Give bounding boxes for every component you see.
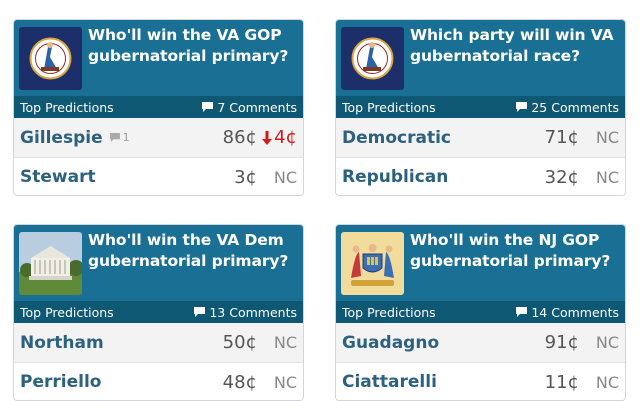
comments-count: 13 Comments <box>209 304 297 320</box>
price-change-value: 4¢ <box>274 127 297 148</box>
prediction-row[interactable]: Democratic 71¢ NC <box>336 118 625 157</box>
price-change: 4¢ <box>257 127 297 148</box>
card-subbar: Top Predictions 14 Comments <box>336 301 625 323</box>
prediction-row[interactable]: Gillespie 1 86¢ 4¢ <box>14 118 303 157</box>
prediction-row[interactable]: Ciattarelli 11¢ NC <box>336 362 625 400</box>
virginia-flag-icon[interactable] <box>19 27 82 90</box>
row-comments[interactable]: 1 <box>109 131 130 144</box>
price: 48¢ <box>222 371 257 393</box>
price: 3¢ <box>234 166 257 188</box>
price: 32¢ <box>544 166 579 188</box>
comment-icon <box>202 102 214 112</box>
comment-icon <box>516 102 528 112</box>
virginia-flag-icon[interactable] <box>341 27 404 90</box>
market-card-nj-gop[interactable]: Who'll win the NJ GOP gubernatorial prim… <box>335 224 626 401</box>
comment-icon <box>194 307 206 317</box>
price-change: NC <box>595 128 619 147</box>
top-predictions-label: Top Predictions <box>20 99 114 115</box>
prediction-row[interactable]: Guadagno 91¢ NC <box>336 323 625 362</box>
comments-count: 14 Comments <box>531 304 619 320</box>
candidate-name[interactable]: Perriello <box>20 372 101 392</box>
comments-link[interactable]: 25 Comments <box>516 100 619 115</box>
top-predictions-label: Top Predictions <box>20 304 114 320</box>
arrow-down-icon <box>262 130 273 145</box>
price-change: NC <box>273 167 297 187</box>
card-title[interactable]: Who'll win the NJ GOP gubernatorial prim… <box>410 230 619 272</box>
card-subbar: Top Predictions 13 Comments <box>14 301 303 323</box>
price: 50¢ <box>222 332 257 353</box>
comments-count: 7 Comments <box>217 99 297 115</box>
top-predictions-label: Top Predictions <box>342 99 436 115</box>
price: 91¢ <box>544 332 579 353</box>
price-change: NC <box>273 372 297 392</box>
market-card-va-party[interactable]: Which party will win VA gubernatorial ra… <box>335 19 626 196</box>
prediction-row[interactable]: Northam 50¢ NC <box>14 323 303 362</box>
card-subbar: Top Predictions 7 Comments <box>14 96 303 118</box>
comment-icon <box>516 307 528 317</box>
card-header: Who'll win the VA Dem gubernatorial prim… <box>14 225 303 301</box>
candidate-name[interactable]: Ciattarelli <box>342 372 437 392</box>
candidate-name[interactable]: Stewart <box>20 167 96 187</box>
top-predictions-label: Top Predictions <box>342 304 436 320</box>
price-change: NC <box>595 333 619 352</box>
card-subbar: Top Predictions 25 Comments <box>336 96 625 118</box>
candidate-name[interactable]: Guadagno <box>342 333 439 353</box>
candidate-name[interactable]: Gillespie <box>20 128 103 148</box>
prediction-row[interactable]: Perriello 48¢ NC <box>14 362 303 400</box>
prediction-row[interactable]: Republican 32¢ NC <box>336 157 625 195</box>
price-change: NC <box>595 167 619 187</box>
capitol-building-photo[interactable] <box>19 232 82 295</box>
new-jersey-seal-icon[interactable] <box>341 232 404 295</box>
price-change: NC <box>273 333 297 352</box>
comments-link[interactable]: 7 Comments <box>202 100 297 115</box>
card-title[interactable]: Who'll win the VA GOP gubernatorial prim… <box>88 25 297 67</box>
comments-count: 25 Comments <box>531 99 619 115</box>
price: 71¢ <box>544 127 579 148</box>
candidate-name[interactable]: Democratic <box>342 128 451 148</box>
card-header: Who'll win the VA GOP gubernatorial prim… <box>14 20 303 96</box>
card-title[interactable]: Who'll win the VA Dem gubernatorial prim… <box>88 230 297 272</box>
market-card-va-gop[interactable]: Who'll win the VA GOP gubernatorial prim… <box>13 19 304 196</box>
prediction-row[interactable]: Stewart 3¢ NC <box>14 157 303 195</box>
candidate-name[interactable]: Northam <box>20 333 104 353</box>
comments-link[interactable]: 14 Comments <box>516 305 619 320</box>
price: 11¢ <box>544 371 579 393</box>
card-header: Who'll win the NJ GOP gubernatorial prim… <box>336 225 625 301</box>
card-header: Which party will win VA gubernatorial ra… <box>336 20 625 96</box>
price: 86¢ <box>222 127 257 148</box>
market-card-va-dem[interactable]: Who'll win the VA Dem gubernatorial prim… <box>13 224 304 401</box>
price-change: NC <box>595 372 619 392</box>
comment-icon <box>109 133 120 142</box>
card-title[interactable]: Which party will win VA gubernatorial ra… <box>410 25 619 67</box>
candidate-name[interactable]: Republican <box>342 167 448 187</box>
comments-link[interactable]: 13 Comments <box>194 305 297 320</box>
row-comment-count: 1 <box>122 131 130 144</box>
